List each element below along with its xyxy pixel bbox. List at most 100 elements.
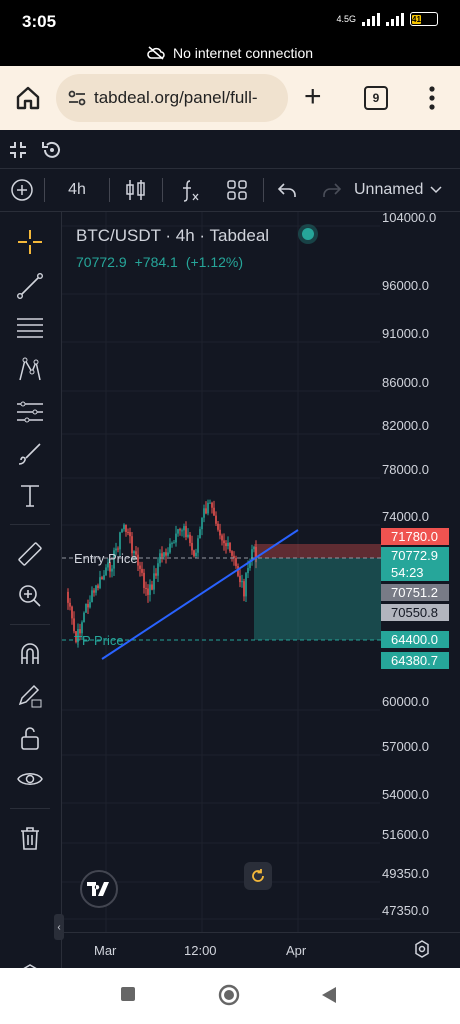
price-tick: 47350.0	[382, 903, 429, 918]
drawing-toolbar	[0, 212, 62, 980]
signal-icon	[362, 12, 380, 26]
indicators-button[interactable]	[163, 168, 219, 212]
price-tick: 60000.0	[382, 694, 429, 709]
tradingview-logo[interactable]	[80, 870, 118, 908]
price-chart[interactable]: BTC/USDT · 4h · Tabdeal 70772.9 +784.1 (…	[62, 210, 460, 932]
brush-tool[interactable]	[14, 438, 46, 470]
stop-loss-badge[interactable]: 71780.0	[381, 528, 449, 545]
hide-tool[interactable]	[14, 764, 46, 796]
candle-body	[149, 584, 151, 595]
take-profit-badge[interactable]: 64400.0	[381, 631, 449, 648]
interval-button[interactable]: 4h	[45, 168, 109, 212]
chart-toolbar: 4h Unnamed	[0, 168, 460, 212]
candle-body	[199, 529, 201, 539]
candle-body	[179, 529, 181, 531]
candle-body	[193, 550, 195, 557]
trend-line-tool[interactable]	[14, 270, 46, 302]
candle-body	[211, 502, 213, 508]
home-nav-icon[interactable]	[218, 984, 240, 1006]
candle-body	[165, 552, 167, 556]
status-bar: 3:05 4.5G 41	[0, 0, 460, 40]
measure-tool[interactable]	[14, 538, 46, 570]
candle-body	[103, 575, 105, 580]
site-settings-icon[interactable]	[66, 87, 88, 109]
candle-body	[209, 502, 211, 504]
legend-quote: 70772.9 +784.1 (+1.12%)	[76, 254, 269, 270]
patterns-tool[interactable]	[14, 354, 46, 386]
plus-circle-icon	[11, 179, 33, 201]
last-price-badge: 70772.9	[381, 547, 449, 564]
market-status-dot[interactable]	[302, 228, 314, 240]
delete-tool[interactable]	[14, 822, 46, 854]
redo-button[interactable]	[310, 168, 354, 212]
price-tick: 54000.0	[382, 787, 429, 802]
take-profit-zone[interactable]	[254, 558, 381, 640]
layout-name[interactable]: Unnamed	[354, 168, 426, 212]
network-type: 4.5G	[336, 14, 356, 24]
time-axis[interactable]: Mar 12:00 Apr	[62, 932, 460, 968]
candle-body	[173, 542, 175, 544]
address-bar[interactable]: tabdeal.org/panel/full-	[56, 74, 288, 122]
battery-level: 41	[412, 15, 421, 24]
candle-body	[245, 573, 247, 597]
price-badge-1: 70751.2	[381, 584, 449, 601]
layouts-button[interactable]	[219, 168, 255, 212]
symbol-title[interactable]: BTC/USDT · 4h · Tabdeal	[76, 226, 269, 246]
candle-body	[183, 526, 185, 531]
candle-body	[247, 568, 249, 574]
exit-fullscreen-icon[interactable]	[8, 140, 28, 160]
more-menu-icon[interactable]	[426, 84, 438, 112]
add-symbol-button[interactable]	[0, 168, 44, 212]
candle-body	[139, 565, 141, 569]
system-nav-bar	[0, 968, 460, 1024]
reset-icon[interactable]	[40, 138, 64, 162]
tools-divider	[10, 624, 50, 625]
candle-body	[177, 529, 179, 534]
zoom-tool[interactable]	[14, 580, 46, 612]
price-tick: 91000.0	[382, 326, 429, 341]
unlock-icon	[21, 727, 39, 750]
candle-body	[175, 533, 177, 543]
price-tick: 49350.0	[382, 866, 429, 881]
projection-icon	[17, 401, 43, 423]
candle-body	[153, 573, 155, 590]
candle-body	[213, 507, 215, 516]
candle-body	[191, 542, 193, 551]
candle-body	[243, 581, 245, 597]
candle-body	[145, 587, 147, 589]
legend-change: +784.1	[134, 254, 178, 270]
crosshair-icon	[18, 230, 42, 254]
layout-dropdown[interactable]	[426, 168, 446, 212]
prediction-tool[interactable]	[14, 396, 46, 428]
new-tab-button[interactable]: +	[304, 82, 322, 112]
candle-body	[143, 572, 145, 588]
magnet-tool[interactable]	[14, 638, 46, 670]
price-tick: 74000.0	[382, 509, 429, 524]
candle-body	[81, 622, 83, 634]
candles-icon	[126, 180, 145, 200]
text-icon	[21, 485, 39, 507]
crosshair-tool[interactable]	[14, 226, 46, 258]
url-text: tabdeal.org/panel/full-	[94, 88, 258, 107]
fib-tool[interactable]	[14, 312, 46, 344]
undo-button[interactable]	[264, 168, 310, 212]
back-icon[interactable]	[320, 986, 338, 1004]
lock-drawing-tool[interactable]	[14, 680, 46, 712]
text-tool[interactable]	[14, 480, 46, 512]
home-icon[interactable]	[14, 84, 42, 112]
candle-body	[93, 590, 95, 593]
tab-switcher-button[interactable]: 9	[364, 86, 388, 110]
candle-body	[101, 577, 103, 580]
reset-chart-button[interactable]	[244, 862, 272, 890]
cloud-off-icon	[147, 46, 165, 60]
recents-icon[interactable]	[120, 986, 136, 1002]
eye-icon	[17, 773, 43, 785]
tools-divider	[10, 524, 50, 525]
candle-body	[67, 591, 69, 603]
candle-body	[69, 602, 71, 607]
chart-settings-icon[interactable]	[412, 939, 432, 959]
lock-all-tool[interactable]	[14, 722, 46, 754]
candle-body	[235, 558, 237, 567]
entry-price-label: Entry Price	[74, 551, 138, 566]
chart-type-button[interactable]	[110, 168, 162, 212]
